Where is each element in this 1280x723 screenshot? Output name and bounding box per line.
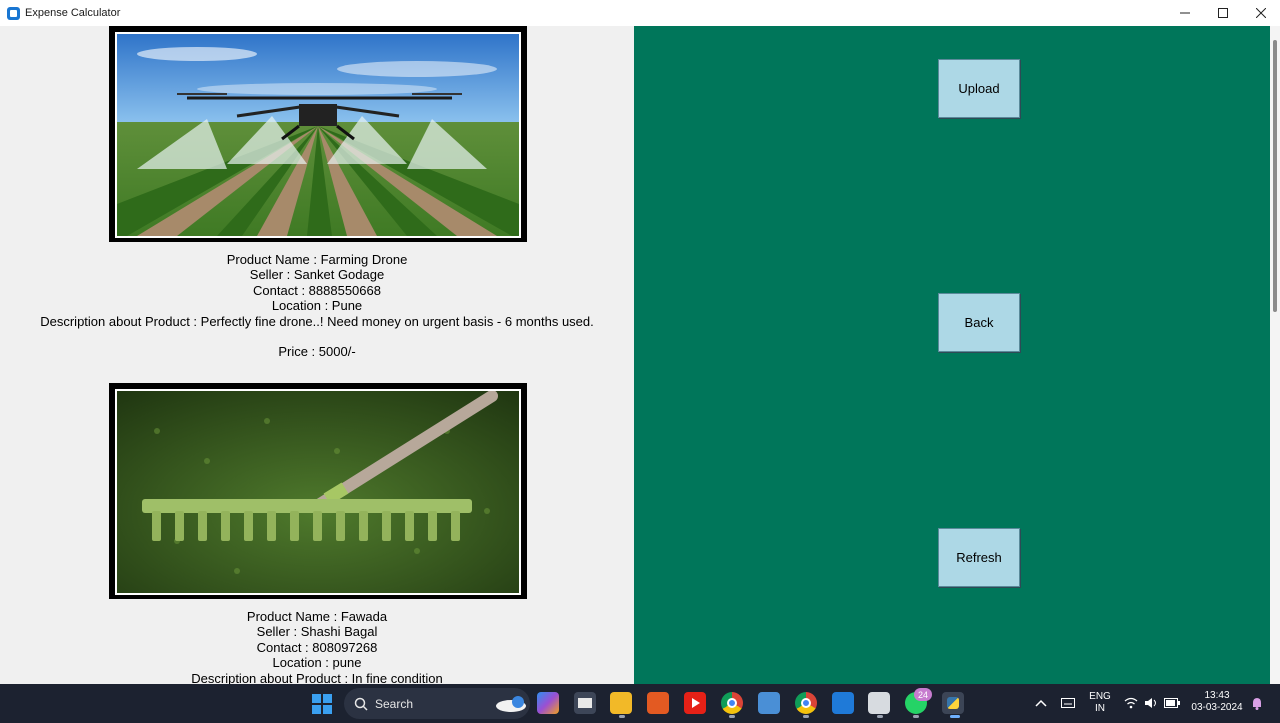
notepad-icon[interactable] bbox=[758, 692, 780, 714]
notification-bell-icon[interactable] bbox=[1251, 697, 1263, 710]
whatsapp-unread-badge: 24 bbox=[914, 688, 932, 701]
app-store-icon[interactable] bbox=[647, 692, 669, 714]
app-icon bbox=[7, 6, 20, 20]
language-indicator[interactable]: ENG IN bbox=[1086, 691, 1114, 715]
product-description: Description about Product : In fine cond… bbox=[191, 670, 443, 684]
product-seller: Seller : Shashi Bagal bbox=[256, 624, 378, 640]
product-image-frame bbox=[109, 26, 527, 242]
chevron-up-icon[interactable] bbox=[1035, 699, 1047, 707]
python-app-icon[interactable] bbox=[942, 692, 964, 714]
product-location: Location : Pune bbox=[271, 298, 363, 314]
scrollbar-thumb[interactable] bbox=[1273, 40, 1277, 312]
chrome-icon[interactable] bbox=[721, 692, 743, 714]
refresh-button[interactable]: Refresh bbox=[938, 528, 1020, 587]
title-bar: Expense Calculator bbox=[0, 0, 1280, 26]
keyboard-icon[interactable] bbox=[1061, 698, 1075, 708]
wifi-icon[interactable] bbox=[1124, 697, 1138, 709]
windows-start-icon[interactable] bbox=[312, 694, 332, 714]
window-title: Expense Calculator bbox=[25, 7, 121, 19]
clock-date: 03-03-2024 bbox=[1191, 702, 1243, 713]
product-info: Product Name : Farming Drone Seller : Sa… bbox=[0, 252, 634, 359]
product-location: Location : pune bbox=[272, 655, 362, 671]
close-button[interactable] bbox=[1242, 0, 1280, 26]
minimize-button[interactable] bbox=[1166, 0, 1204, 26]
running-indicator bbox=[729, 715, 735, 718]
search-icon bbox=[354, 697, 368, 711]
snipping-tool-icon[interactable] bbox=[868, 692, 890, 714]
taskbar-search[interactable]: Search bbox=[344, 688, 530, 719]
product-seller: Seller : Sanket Godage bbox=[249, 267, 385, 283]
product-description: Description about Product : Perfectly fi… bbox=[40, 313, 594, 329]
product-contact: Contact : 808097268 bbox=[256, 639, 378, 655]
running-indicator bbox=[877, 715, 883, 718]
task-view-icon[interactable] bbox=[574, 692, 596, 714]
product-price: Price : 5000/- bbox=[278, 344, 356, 360]
rake-fawada-photo bbox=[115, 389, 521, 595]
minimize-icon bbox=[1180, 12, 1190, 14]
farming-drone-photo bbox=[115, 32, 521, 238]
product-image-frame bbox=[109, 383, 527, 599]
vscode-icon[interactable] bbox=[832, 692, 854, 714]
upload-button[interactable]: Upload bbox=[938, 59, 1020, 118]
close-icon bbox=[1256, 8, 1266, 18]
copilot-icon[interactable] bbox=[537, 692, 559, 714]
running-indicator bbox=[619, 715, 625, 718]
product-contact: Contact : 8888550668 bbox=[253, 282, 381, 298]
language-code: ENG bbox=[1089, 691, 1111, 702]
back-button[interactable]: Back bbox=[938, 293, 1020, 352]
volume-icon[interactable] bbox=[1144, 697, 1158, 709]
product-list[interactable]: Product Name : Farming Drone Seller : Sa… bbox=[0, 26, 634, 684]
maximize-icon bbox=[1218, 8, 1228, 18]
product-name: Product Name : Farming Drone bbox=[226, 252, 408, 267]
active-indicator bbox=[950, 715, 960, 718]
search-label: Search bbox=[375, 696, 414, 711]
running-indicator bbox=[803, 715, 809, 718]
clock[interactable]: 13:43 03-03-2024 bbox=[1186, 690, 1248, 714]
window-controls bbox=[1166, 0, 1280, 26]
chrome-profile-icon[interactable] bbox=[795, 692, 817, 714]
search-highlight-icon bbox=[496, 696, 526, 712]
file-explorer-icon[interactable] bbox=[610, 692, 632, 714]
taskbar: Search ENG IN 13:43 03-03-2024 bbox=[0, 684, 1280, 723]
battery-icon[interactable] bbox=[1164, 698, 1180, 708]
youtube-icon[interactable] bbox=[684, 692, 706, 714]
region-code: IN bbox=[1095, 703, 1105, 714]
product-info: Product Name : Fawada Seller : Shashi Ba… bbox=[0, 609, 634, 684]
actions-panel: Upload Back Refresh bbox=[634, 26, 1270, 684]
running-indicator bbox=[913, 715, 919, 718]
product-name: Product Name : Fawada bbox=[246, 609, 388, 624]
maximize-button[interactable] bbox=[1204, 0, 1242, 26]
vertical-scrollbar[interactable] bbox=[1270, 26, 1280, 684]
clock-time: 13:43 bbox=[1204, 690, 1230, 701]
